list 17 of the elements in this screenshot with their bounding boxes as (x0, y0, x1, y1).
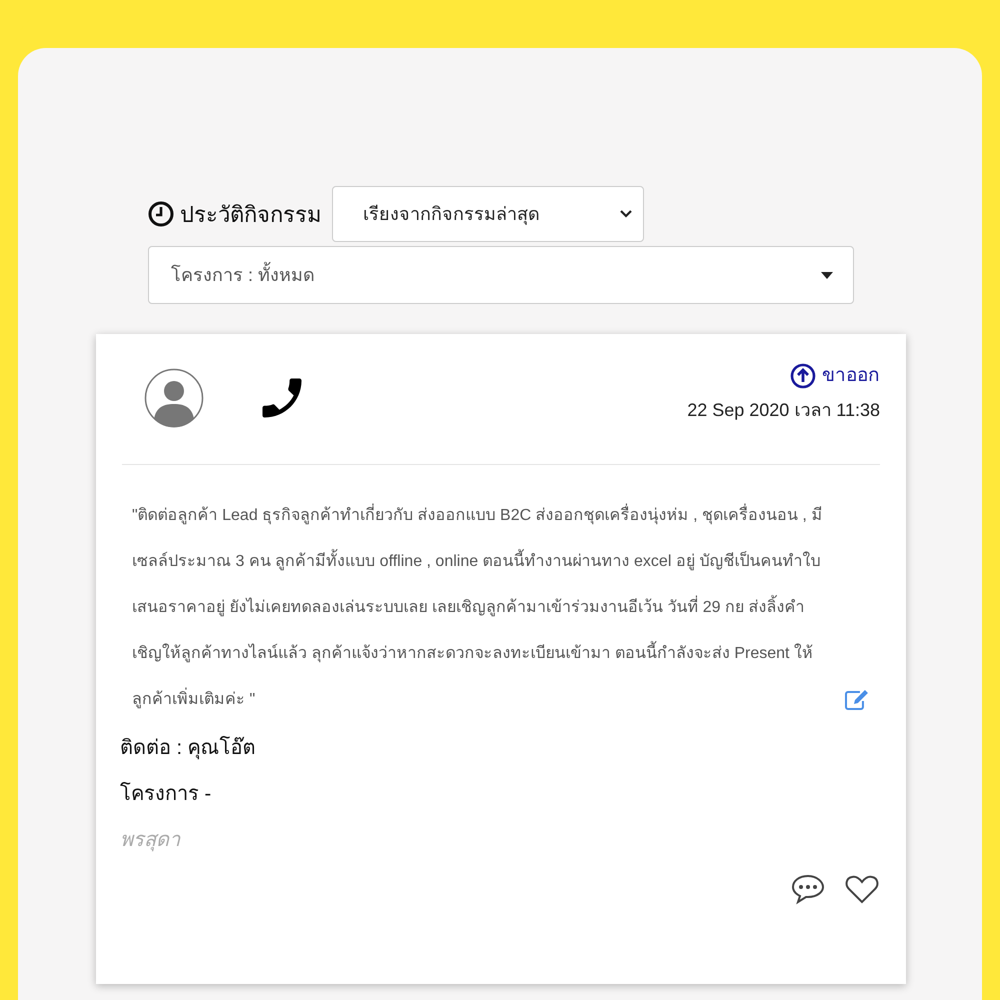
direction-text: ขาออก (822, 364, 880, 388)
avatar-icon (144, 368, 204, 428)
chevron-icon (619, 209, 633, 219)
activity-note: "ติดต่อลูกค้า Lead ธุรกิจลูกค้าทำเกี่ยวกับ ส่งออกแบบ B2C ส่งออกชุดเครื่องนุ่งห่ม , ชุดเครื่องนอน , มีเซลล์ประมาณ 3 คน ลูกค้ามีทั้งแบบ offline , online ตอนนี้ทำงานผ่านทาง excel อยู่ บัญชีเป็นคนทำใบเสนอราคาอยู่ ยังไม่เคยทดลองเล่นระบบเลย เลยเชิญลูกค้ามาเข้าร่วมงานอีเว้น วันที่ 29 กย ส่งลิ้งคำเชิญให้ลูกค้าทางไลน์แล้ว ลุกค้าแจ้งว่าหากสะดวกจะลงทะเบียนเข้ามา ตอนนี้กำลังจะส่ง Present ให้ลูกค้าเพิ่มเติมค่ะ " (132, 493, 830, 723)
upload-icon (790, 363, 816, 390)
edit-icon[interactable] (844, 689, 870, 711)
caret-icon (821, 272, 833, 278)
history-title: ประวัติกิจกรรม (180, 200, 322, 228)
author-name: พรสุดา (120, 828, 182, 854)
project-text: โครงการ - (120, 781, 212, 807)
activity-datetime: 22 Sep 2020 เวลา 11:38 (687, 398, 880, 422)
contact-text: ติดต่อ : คุณโอ๊ต (120, 735, 257, 762)
project-select[interactable]: โครงการ : ทั้งหมด (148, 246, 854, 304)
comment-icon[interactable] (790, 873, 826, 905)
sort-select[interactable]: เรียงจากกิจกรรมล่าสุด (332, 186, 644, 242)
clock-icon (148, 201, 174, 227)
heart-icon[interactable] (844, 873, 880, 905)
